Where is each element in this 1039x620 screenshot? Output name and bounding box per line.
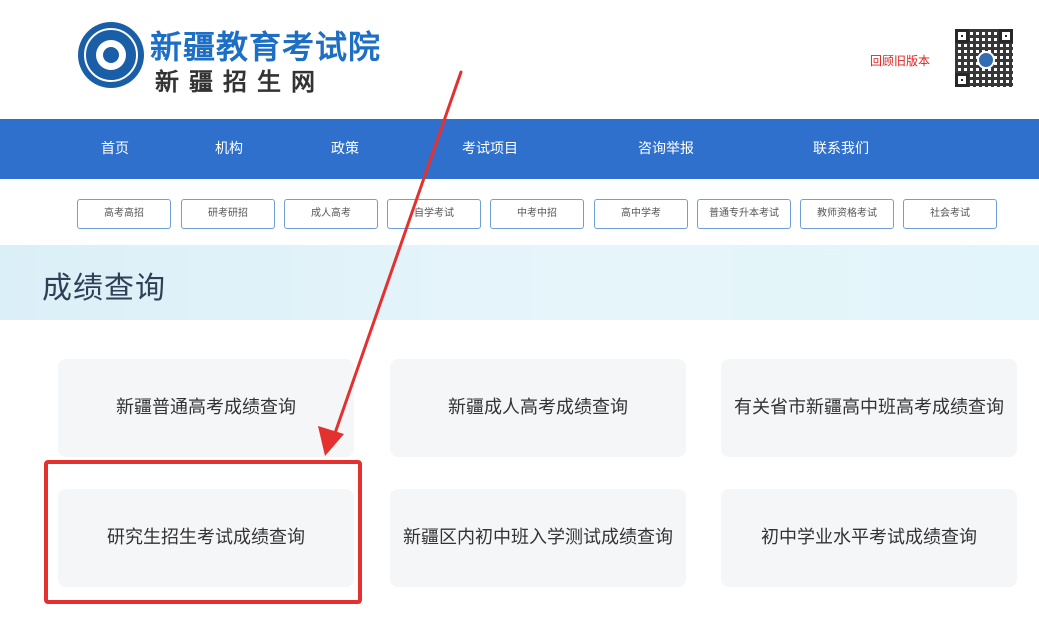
exam-category-nav: 高考高招 研考研招 成人高考 自学考试 中考中招 高中学考 普通专升本考试 教师… xyxy=(0,179,1039,245)
card-postgrad-score[interactable]: 研究生招生考试成绩查询 xyxy=(58,489,354,587)
card-gaokao-score[interactable]: 新疆普通高考成绩查询 xyxy=(58,359,354,457)
page-banner: 成绩查询 xyxy=(0,245,1039,320)
subnav-zhongkao[interactable]: 中考中招 xyxy=(490,199,584,229)
main-nav: 首页 机构 政策 考试项目 咨询举报 联系我们 xyxy=(0,119,1039,179)
subnav-upgrade-exam[interactable]: 普通专升本考试 xyxy=(697,199,791,229)
qr-code-icon xyxy=(955,29,1013,87)
subnav-teacher-cert[interactable]: 教师资格考试 xyxy=(800,199,894,229)
nav-item-home[interactable]: 首页 xyxy=(101,119,129,179)
page-title: 成绩查询 xyxy=(42,271,166,306)
subnav-postgrad[interactable]: 研考研招 xyxy=(181,199,275,229)
subnav-social-exam[interactable]: 社会考试 xyxy=(903,199,997,229)
subnav-self-study[interactable]: 自学考试 xyxy=(387,199,481,229)
nav-item-consult-report[interactable]: 咨询举报 xyxy=(638,119,694,179)
card-adult-gaokao-score[interactable]: 新疆成人高考成绩查询 xyxy=(390,359,686,457)
site-header: 新疆教育考试院 新疆招生网 回顾旧版本 xyxy=(0,0,1039,119)
site-logo-emblem[interactable] xyxy=(78,22,144,88)
site-subtitle: 新疆招生网 xyxy=(155,67,325,96)
nav-item-policy[interactable]: 政策 xyxy=(331,119,359,179)
card-inland-class-gaokao-score[interactable]: 有关省市新疆高中班高考成绩查询 xyxy=(721,359,1017,457)
nav-item-exams[interactable]: 考试项目 xyxy=(462,119,518,179)
subnav-adult-gaokao[interactable]: 成人高考 xyxy=(284,199,378,229)
nav-item-institution[interactable]: 机构 xyxy=(215,119,243,179)
card-junior-class-entrance-score[interactable]: 新疆区内初中班入学测试成绩查询 xyxy=(390,489,686,587)
old-version-link[interactable]: 回顾旧版本 xyxy=(870,52,930,69)
subnav-high-school-test[interactable]: 高中学考 xyxy=(594,199,688,229)
subnav-gaokao[interactable]: 高考高招 xyxy=(77,199,171,229)
card-junior-academic-score[interactable]: 初中学业水平考试成绩查询 xyxy=(721,489,1017,587)
nav-item-contact[interactable]: 联系我们 xyxy=(813,119,869,179)
